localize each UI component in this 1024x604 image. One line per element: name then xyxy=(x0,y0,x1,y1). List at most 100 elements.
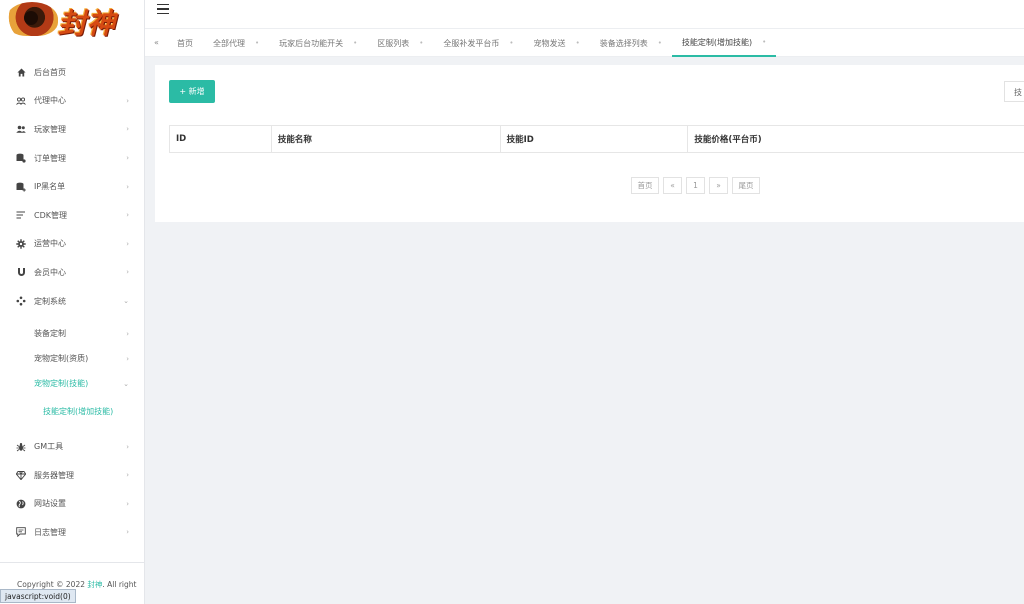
diamond-icon xyxy=(16,470,26,480)
tab-reissue-currency[interactable]: 全服补发平台币 • xyxy=(433,29,523,57)
list-icon xyxy=(16,210,26,220)
tab-equipment-list[interactable]: 装备选择列表 • xyxy=(590,29,672,57)
sidebar-menu: 后台首页 代理中心 › 玩家管理 › 订单管理 › IP黑名单 › CDK管理 … xyxy=(0,58,144,547)
sidebar-item-label: 定制系统 xyxy=(34,296,66,306)
top-header xyxy=(145,0,1024,28)
tab-pet-send[interactable]: 宠物发送 • xyxy=(524,29,590,57)
globe-icon xyxy=(16,499,26,509)
column-header-skill-name[interactable]: 技能名称 xyxy=(272,126,501,152)
tabs-scroll-left-icon[interactable]: « xyxy=(154,38,159,47)
chevron-down-icon: ⌄ xyxy=(123,297,129,306)
pager-page-button[interactable]: 1 xyxy=(686,177,705,194)
tab-close-icon[interactable]: • xyxy=(419,39,423,47)
chevron-right-icon: › xyxy=(126,499,129,508)
tab-label: 全部代理 xyxy=(213,38,245,48)
sidebar-subitem-equipment-custom[interactable]: 装备定制 › xyxy=(0,321,144,346)
tab-all-agents[interactable]: 全部代理 • xyxy=(203,29,269,57)
sidebar-subitem-label: 宠物定制(技能) xyxy=(34,379,89,389)
sidebar-item-cdk[interactable]: CDK管理 › xyxy=(0,201,144,230)
sidebar-item-agent[interactable]: 代理中心 › xyxy=(0,87,144,116)
chevron-right-icon: › xyxy=(126,329,129,338)
copyright-suffix: . All right xyxy=(102,580,137,589)
sidebar-item-label: 订单管理 xyxy=(34,153,66,163)
sidebar-item-gm-tools[interactable]: GM工具 › xyxy=(0,432,144,461)
sidebar-item-site-settings[interactable]: 网站设置 › xyxy=(0,490,144,519)
sidebar-item-label: 运营中心 xyxy=(34,239,66,249)
column-header-skill-id[interactable]: 技能ID xyxy=(501,126,689,152)
tab-close-icon[interactable]: • xyxy=(255,39,259,47)
sidebar-item-server-management[interactable]: 服务器管理 › xyxy=(0,461,144,490)
sidebar-subitem-label: 装备定制 xyxy=(34,329,66,339)
tab-close-icon[interactable]: • xyxy=(353,39,357,47)
chevron-right-icon: › xyxy=(126,182,129,191)
add-button[interactable]: + 新增 xyxy=(169,80,215,103)
sidebar-item-label: 网站设置 xyxy=(34,499,66,509)
tab-home[interactable]: 首页 xyxy=(167,29,203,57)
pager-prev-button[interactable]: « xyxy=(663,177,682,194)
pager-first-button[interactable]: 首页 xyxy=(631,177,659,194)
tab-label: 技能定制(增加技能) xyxy=(681,37,753,47)
sidebar-item-label: 会员中心 xyxy=(34,267,66,277)
sidebar-item-custom-system[interactable]: 定制系统 ⌄ xyxy=(0,287,144,316)
sidebar-item-players[interactable]: 玩家管理 › xyxy=(0,115,144,144)
sidebar-item-ip-blacklist[interactable]: IP黑名单 › xyxy=(0,172,144,201)
tab-close-icon[interactable]: • xyxy=(658,39,662,47)
chevron-right-icon: › xyxy=(126,354,129,363)
tab-label: 玩家后台功能开关 xyxy=(279,38,344,48)
search-input[interactable]: 技 xyxy=(1004,81,1024,102)
sidebar-item-home[interactable]: 后台首页 xyxy=(0,58,144,87)
column-header-skill-price[interactable]: 技能价格(平台币) xyxy=(688,126,1024,152)
sidebar-subitem-skill-custom[interactable]: 技能定制(增加技能) xyxy=(0,396,144,426)
gamepad-icon xyxy=(16,296,26,306)
tab-server-list[interactable]: 区服列表 • xyxy=(367,29,433,57)
users-icon xyxy=(16,124,26,134)
chevron-down-icon: ⌄ xyxy=(123,379,129,388)
tab-close-icon[interactable]: • xyxy=(509,39,513,47)
gear-icon xyxy=(16,239,26,249)
tab-close-icon[interactable]: • xyxy=(762,38,766,46)
chevron-right-icon: › xyxy=(126,154,129,163)
pager-next-button[interactable]: » xyxy=(709,177,728,194)
order-icon xyxy=(16,153,26,163)
content-card: + 新增 技 ID 技能名称 技能ID 技能价格(平台币) 首页 « 1 » 尾… xyxy=(155,65,1024,222)
sidebar-subitem-label: 技能定制(增加技能) xyxy=(43,406,114,416)
menu-toggle-icon[interactable] xyxy=(157,4,169,14)
sidebar-subitem-pet-aptitude[interactable]: 宠物定制(资质) › xyxy=(0,346,144,371)
sidebar-item-label: IP黑名单 xyxy=(34,182,66,192)
logo-emblem-icon xyxy=(6,2,58,36)
sidebar-subitem-pet-skill[interactable]: 宠物定制(技能) ⌄ xyxy=(0,371,144,396)
chevron-right-icon: › xyxy=(126,96,129,105)
sidebar-item-label: 代理中心 xyxy=(34,96,66,106)
chevron-right-icon: › xyxy=(126,442,129,451)
agent-icon xyxy=(16,96,26,106)
pager-last-button[interactable]: 尾页 xyxy=(732,177,760,194)
tab-skill-custom[interactable]: 技能定制(增加技能) • xyxy=(671,29,777,57)
sidebar-item-operations[interactable]: 运营中心 › xyxy=(0,230,144,259)
chevron-right-icon: › xyxy=(126,125,129,134)
chevron-right-icon: › xyxy=(126,239,129,248)
sidebar-item-orders[interactable]: 订单管理 › xyxy=(0,144,144,173)
chevron-right-icon: › xyxy=(126,268,129,277)
pagination: 首页 « 1 » 尾页 xyxy=(631,177,764,194)
menu-toggle-line xyxy=(157,8,169,10)
sidebar-item-label: 服务器管理 xyxy=(34,470,74,480)
tabs-bar: « 首页 全部代理 • 玩家后台功能开关 • 区服列表 • 全服补发平台币 • … xyxy=(145,28,1024,57)
tab-close-icon[interactable]: • xyxy=(576,39,580,47)
logo[interactable]: 封神 xyxy=(0,0,144,47)
tab-player-switch[interactable]: 玩家后台功能开关 • xyxy=(269,29,367,57)
sidebar-item-label: CDK管理 xyxy=(34,210,67,220)
sidebar-item-label: 玩家管理 xyxy=(34,124,66,134)
blacklist-icon xyxy=(16,182,26,192)
sidebar-item-label: 日志管理 xyxy=(34,527,66,537)
sidebar-item-members[interactable]: 会员中心 › xyxy=(0,258,144,287)
logo-text: 封神 xyxy=(58,7,117,40)
chevron-right-icon: › xyxy=(126,528,129,537)
sidebar-item-logs[interactable]: 日志管理 › xyxy=(0,518,144,547)
tab-label: 区服列表 xyxy=(377,38,410,48)
home-icon xyxy=(16,67,26,77)
tab-label: 首页 xyxy=(177,38,193,48)
tab-label: 全服补发平台币 xyxy=(443,38,500,48)
column-header-id[interactable]: ID xyxy=(170,126,272,152)
status-bar-url: javascript:void(0) xyxy=(0,589,76,603)
copyright-brand-link[interactable]: 封神 xyxy=(87,580,102,589)
